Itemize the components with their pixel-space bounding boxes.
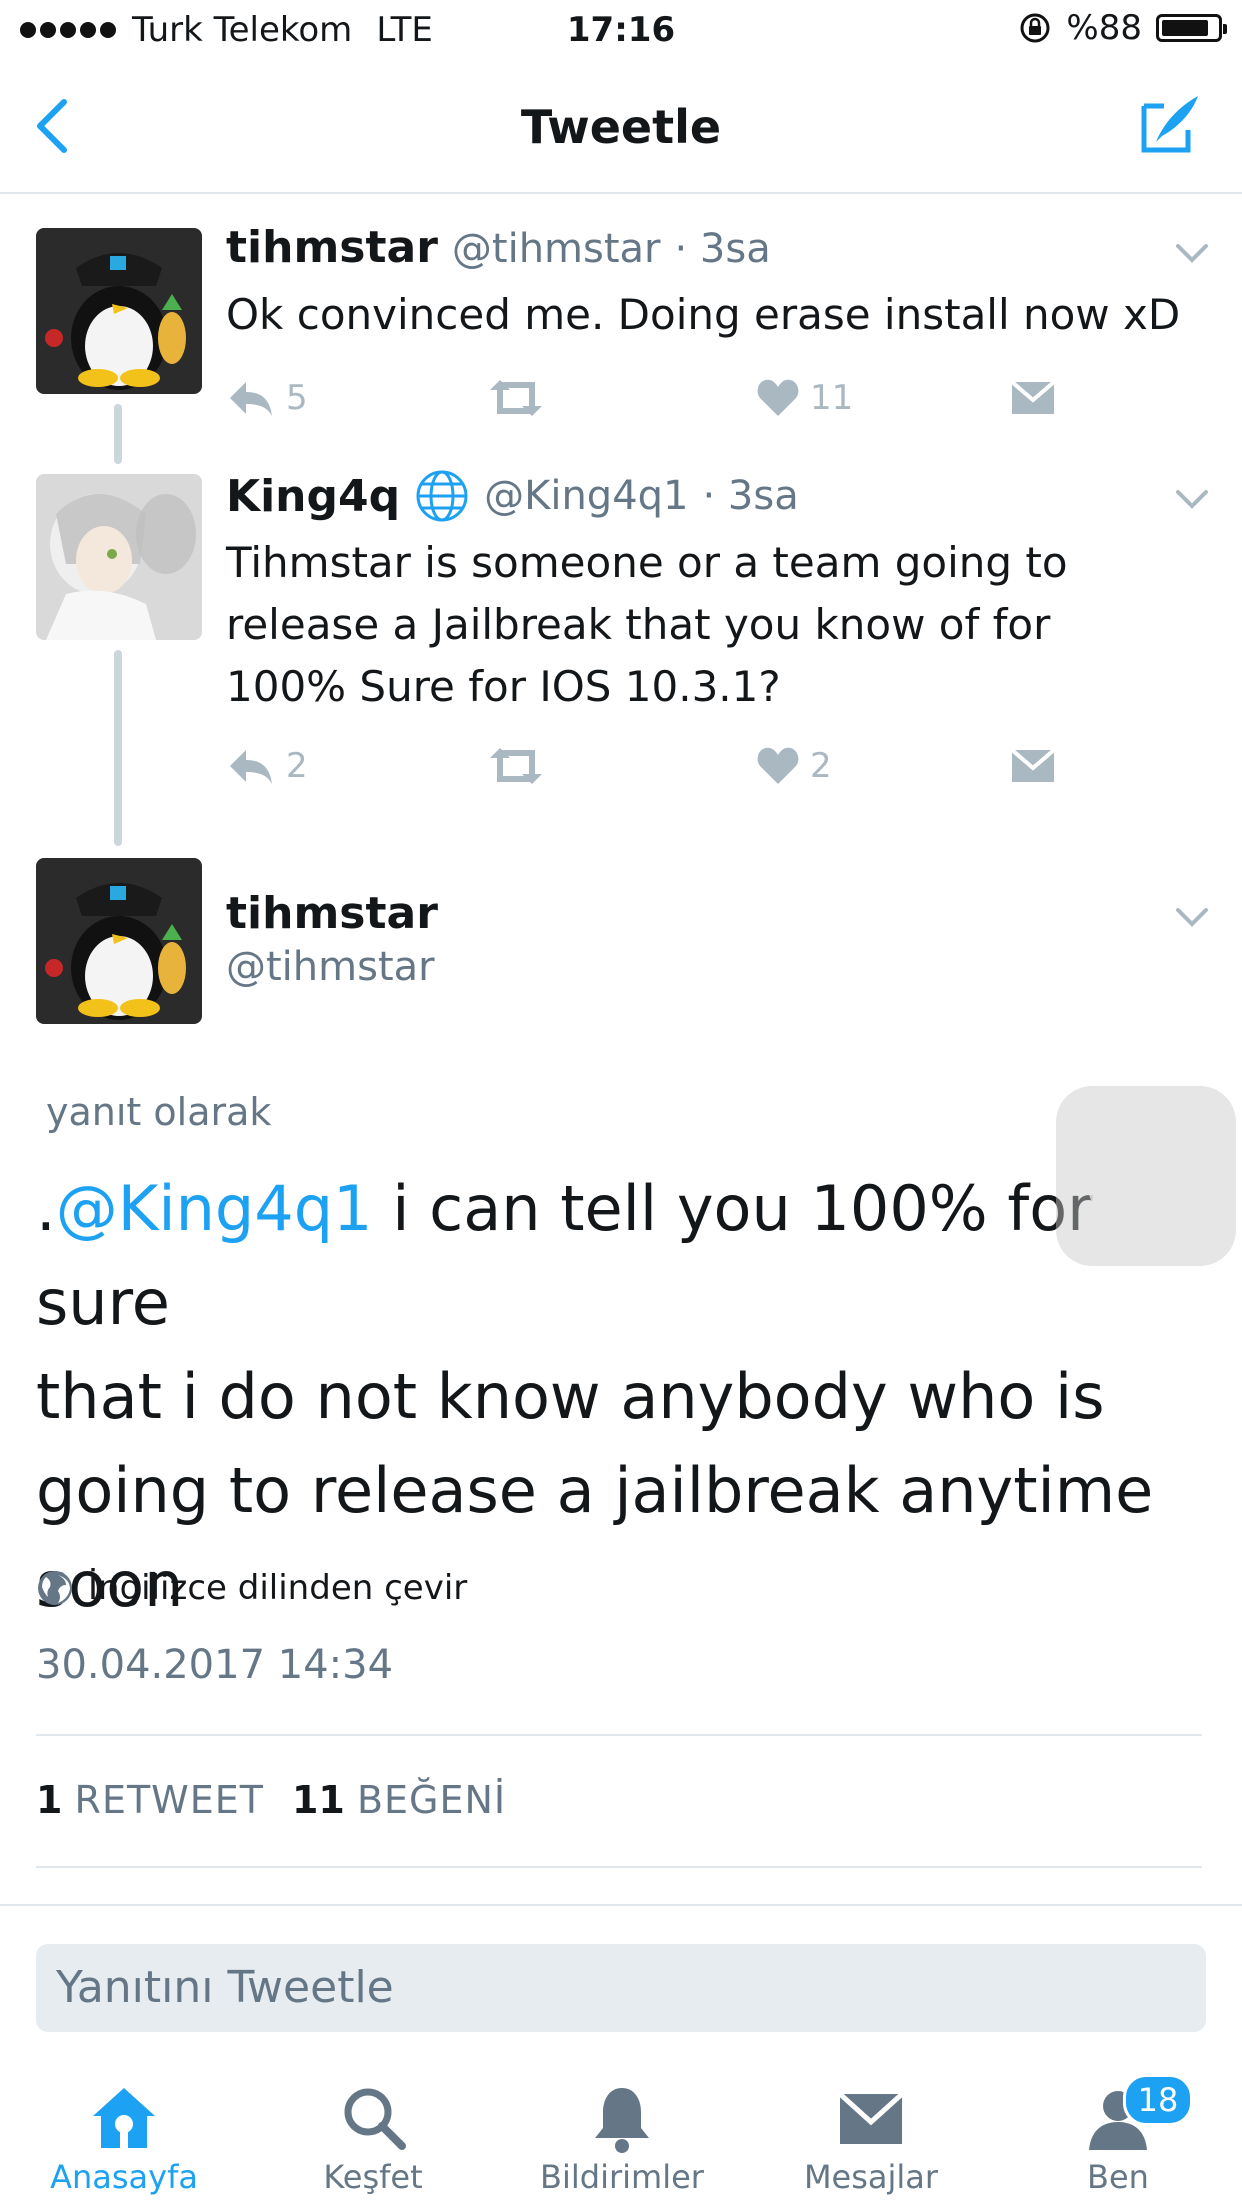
- tweet-actions: 5 11: [226, 378, 1066, 428]
- reply-button[interactable]: 5: [226, 378, 308, 418]
- reply-input[interactable]: Yanıtını Tweetle: [36, 1944, 1206, 2032]
- retweet-stats[interactable]: 1 RETWEET: [36, 1778, 264, 1822]
- notification-badge: 18: [1123, 2074, 1193, 2126]
- retweet-icon: [490, 748, 542, 784]
- reply-icon: [230, 382, 272, 416]
- penguin-avatar-icon: [36, 228, 202, 394]
- user-name[interactable]: King4q: [226, 471, 400, 522]
- home-icon: [89, 2084, 159, 2154]
- envelope-icon: [1010, 748, 1056, 782]
- chevron-down-icon[interactable]: [1174, 906, 1210, 928]
- tweet-stats: 1 RETWEET 11 BEĞENİ: [36, 1778, 506, 1822]
- direct-message-button[interactable]: [1010, 746, 1056, 784]
- reply-button[interactable]: 2: [226, 746, 308, 786]
- status-bar: Turk Telekom LTE 17:16 %88: [0, 0, 1242, 62]
- bell-icon: [587, 2084, 657, 2154]
- tab-label: Anasayfa: [50, 2158, 198, 2196]
- assistive-touch-button[interactable]: [1056, 1086, 1236, 1266]
- like-count: 11: [810, 378, 854, 418]
- divider: [36, 1866, 1202, 1868]
- tab-notifications[interactable]: Bildirimler: [522, 2062, 722, 2196]
- retweet-count: 1: [36, 1778, 63, 1822]
- heart-icon: [757, 747, 799, 784]
- retweet-icon: [490, 380, 542, 416]
- penguin-avatar-icon: [36, 858, 202, 1024]
- translate-label: İngilizce dilinden çevir: [88, 1568, 468, 1608]
- like-label: BEĞENİ: [356, 1778, 507, 1822]
- nav-bar: Tweetle: [0, 62, 1242, 194]
- user-handle: @tihmstar: [226, 944, 435, 990]
- main-tweet-text: .@King4q1 i can tell you 100% for sure t…: [36, 1162, 1216, 1632]
- anime-avatar-icon: [36, 474, 202, 640]
- tweet-text-line: that i do not know anybody who is: [36, 1360, 1105, 1433]
- avatar[interactable]: [36, 474, 202, 640]
- translate-link[interactable]: İngilizce dilinden çevir: [36, 1568, 467, 1608]
- search-icon: [338, 2084, 408, 2154]
- tab-label: Keşfet: [323, 2158, 423, 2196]
- tweet-text: Ok convinced me. Doing erase install now…: [226, 290, 1181, 339]
- battery-icon: [1156, 14, 1227, 42]
- user-handle: @King4q1: [484, 473, 689, 519]
- envelope-icon: [836, 2084, 906, 2154]
- user-handle: @tihmstar: [451, 226, 661, 272]
- tweet-text: Tihmstar is someone or a team going to r…: [226, 532, 1068, 718]
- tweet-text-line: release a Jailbreak that you know of for: [226, 600, 1051, 649]
- retweet-button[interactable]: [486, 378, 546, 418]
- tab-home[interactable]: Anasayfa: [24, 2062, 224, 2196]
- status-right: %88: [1018, 8, 1227, 48]
- tab-messages[interactable]: Mesajlar: [771, 2062, 971, 2196]
- battery-percent: %88: [1066, 8, 1142, 48]
- tweet-time: · 3sa: [702, 473, 799, 519]
- tab-label: Bildirimler: [540, 2158, 704, 2196]
- user-name[interactable]: tihmstar: [226, 222, 438, 273]
- like-stats[interactable]: 11 BEĞENİ: [292, 1778, 506, 1822]
- globe-icon: [416, 470, 468, 522]
- orientation-lock-icon: [1020, 13, 1050, 43]
- like-count: 2: [810, 746, 832, 786]
- tweet-time: · 3sa: [674, 226, 771, 272]
- tab-profile[interactable]: 18 Ben: [1018, 2062, 1218, 2196]
- tweet-text-line: going to release a jailbreak anytime: [36, 1454, 1154, 1527]
- profile-icon: 18: [1083, 2074, 1193, 2154]
- avatar[interactable]: [36, 858, 202, 1024]
- thread-connector: [114, 650, 122, 846]
- tab-explore[interactable]: Keşfet: [273, 2062, 473, 2196]
- replying-to-label: yanıt olarak: [46, 1090, 272, 1134]
- reply-count: 5: [286, 378, 308, 418]
- retweet-button[interactable]: [486, 746, 546, 786]
- tweet-text-line: 100% Sure for IOS 10.3.1?: [226, 662, 781, 711]
- tweet-text-line: Tihmstar is someone or a team going to: [226, 538, 1068, 587]
- chevron-down-icon[interactable]: [1174, 488, 1210, 510]
- tweet-header: tihmstar @tihmstar · 3sa: [226, 222, 771, 273]
- tweet-actions: 2 2: [226, 746, 1066, 796]
- page-title: Tweetle: [520, 100, 722, 154]
- reply-count: 2: [286, 746, 308, 786]
- user-name[interactable]: tihmstar: [226, 888, 438, 939]
- like-count: 11: [291, 1778, 345, 1822]
- divider: [36, 1734, 1202, 1736]
- tweet-header: King4q @King4q1 · 3sa: [226, 468, 799, 524]
- mention-link[interactable]: @King4q1: [56, 1172, 373, 1245]
- tweet-date: 30.04.2017 14:34: [36, 1642, 394, 1688]
- avatar[interactable]: [36, 228, 202, 394]
- tab-label: Mesajlar: [803, 2158, 939, 2196]
- divider: [0, 1904, 1242, 1906]
- heart-icon: [757, 379, 799, 416]
- reply-icon: [230, 750, 272, 784]
- like-button[interactable]: 2: [756, 746, 832, 786]
- tab-bar: Anasayfa Keşfet Bildirimler Mesajlar 18 …: [0, 2062, 1242, 2208]
- envelope-icon: [1010, 380, 1056, 414]
- direct-message-button[interactable]: [1010, 378, 1056, 416]
- tab-label: Ben: [1087, 2158, 1149, 2196]
- text-prefix: .: [36, 1172, 56, 1245]
- like-button[interactable]: 11: [756, 378, 853, 418]
- thread-connector: [114, 404, 122, 464]
- retweet-label: RETWEET: [74, 1778, 264, 1822]
- compose-tweet-icon[interactable]: [1136, 92, 1202, 158]
- reply-placeholder: Yanıtını Tweetle: [56, 1962, 394, 2013]
- globe-icon: [38, 1571, 72, 1605]
- chevron-down-icon[interactable]: [1174, 242, 1210, 264]
